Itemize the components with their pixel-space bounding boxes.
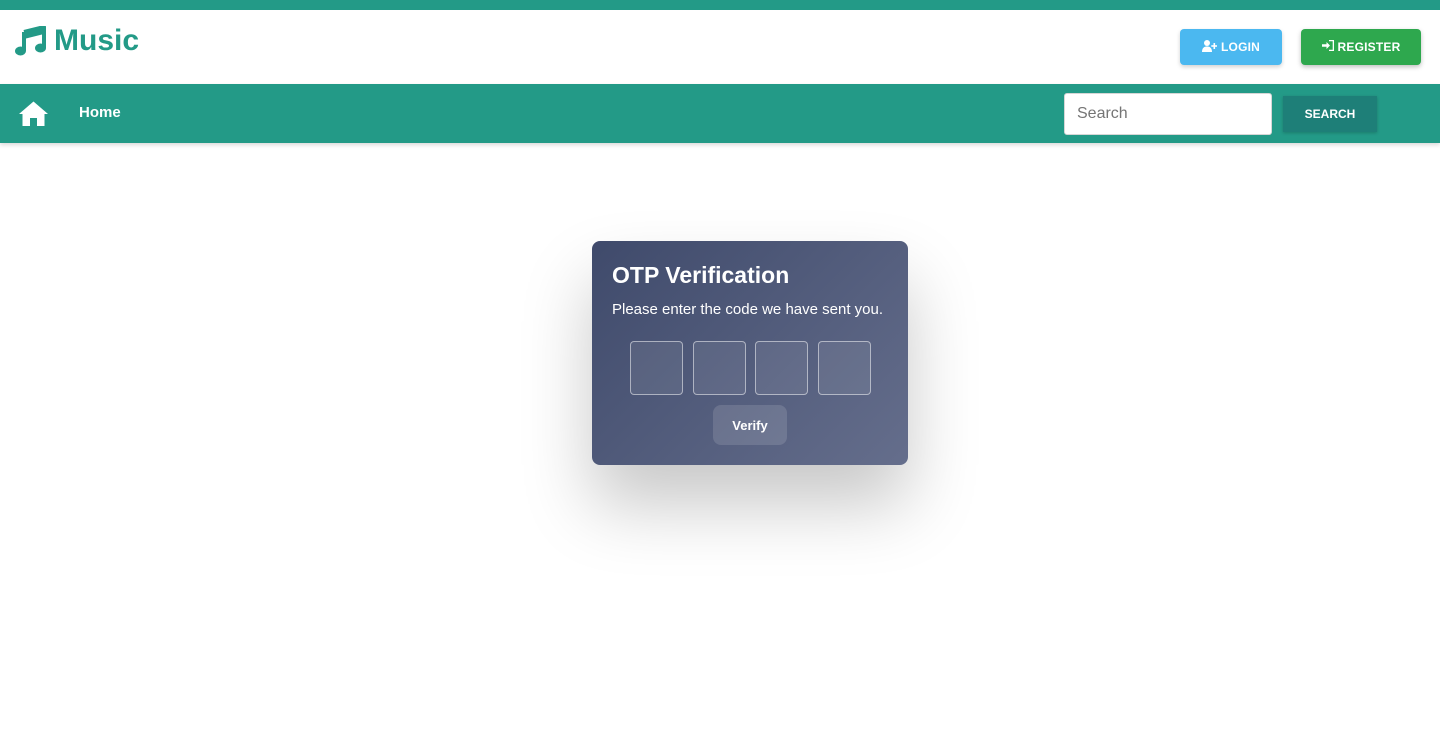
- otp-digit-input-2[interactable]: [693, 341, 746, 395]
- sign-in-icon: [1321, 39, 1334, 54]
- login-button[interactable]: LOGIN: [1180, 29, 1282, 65]
- register-label: REGISTER: [1337, 40, 1401, 54]
- verify-button[interactable]: Verify: [713, 405, 787, 445]
- nav-link-home[interactable]: Home: [79, 104, 121, 121]
- home-icon[interactable]: [19, 101, 48, 131]
- otp-digit-input-3[interactable]: [755, 341, 808, 395]
- login-label: LOGIN: [1221, 40, 1260, 54]
- top-accent-strip: [0, 0, 1440, 10]
- brand-name: Music: [54, 24, 140, 57]
- user-plus-icon: [1202, 39, 1218, 55]
- register-button[interactable]: REGISTER: [1301, 29, 1421, 65]
- otp-digit-input-4[interactable]: [818, 341, 871, 395]
- header: Music LOGIN REGISTER: [0, 10, 1440, 84]
- otp-subtitle: Please enter the code we have sent you.: [612, 301, 884, 318]
- search-input[interactable]: [1064, 93, 1272, 135]
- otp-verification-card: OTP Verification Please enter the code w…: [592, 241, 908, 465]
- otp-digit-input-1[interactable]: [630, 341, 683, 395]
- search-button[interactable]: SEARCH: [1283, 96, 1377, 132]
- navbar: Home SEARCH: [0, 84, 1440, 143]
- brand-logo[interactable]: Music: [15, 24, 139, 58]
- music-note-icon: [15, 26, 46, 56]
- otp-title: OTP Verification: [612, 262, 790, 288]
